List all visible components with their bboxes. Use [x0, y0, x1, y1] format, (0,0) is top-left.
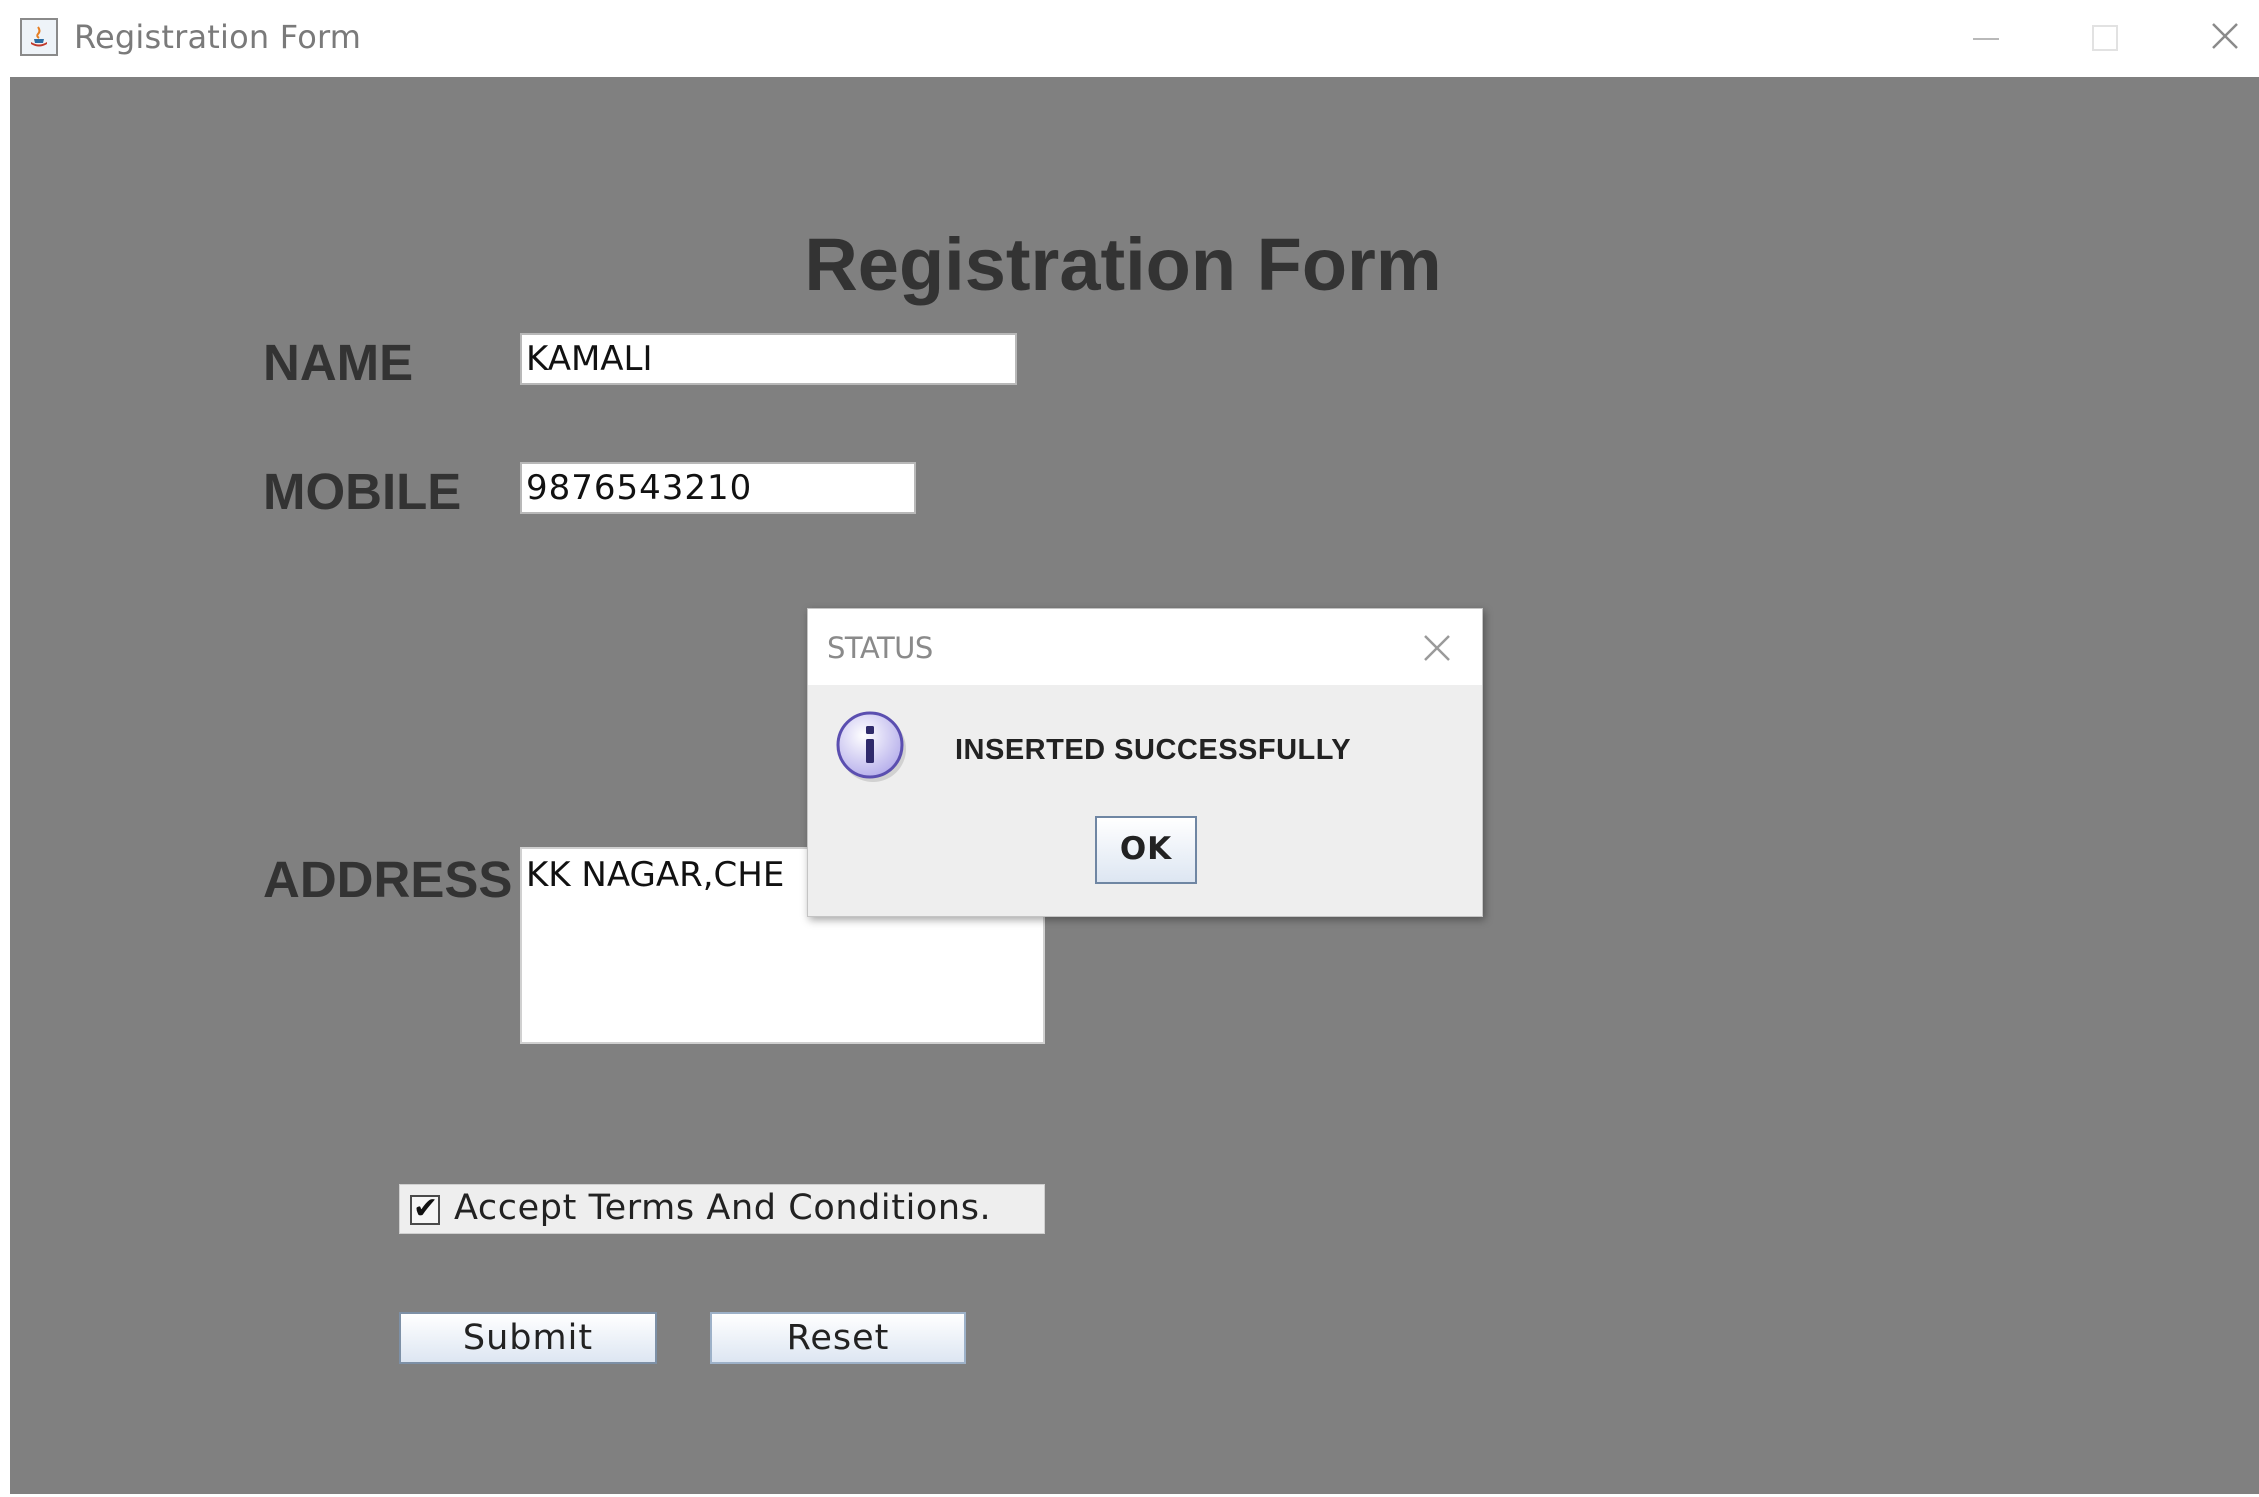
window-titlebar: Registration Form	[0, 0, 2259, 77]
close-icon	[2212, 23, 2238, 49]
name-field[interactable]	[520, 333, 1017, 385]
submit-button[interactable]: Submit	[399, 1312, 657, 1364]
java-app-icon	[20, 18, 58, 56]
terms-checkbox-row[interactable]: ✔ Accept Terms And Conditions.	[399, 1184, 1045, 1234]
mobile-field[interactable]	[520, 462, 916, 514]
terms-checkbox[interactable]: ✔	[410, 1192, 440, 1225]
address-label: ADDRESS	[263, 851, 513, 908]
minimize-icon	[1973, 38, 1999, 40]
page-title: Registration Form	[804, 223, 1442, 306]
maximize-icon	[2092, 25, 2118, 51]
dialog-message: INSERTED SUCCESSFULLY	[955, 734, 1352, 766]
name-label: NAME	[263, 334, 414, 391]
dialog-titlebar: STATUS	[808, 609, 1482, 685]
ok-button[interactable]: OK	[1095, 816, 1197, 884]
terms-label: Accept Terms And Conditions.	[454, 1188, 992, 1228]
checkmark-icon: ✔	[413, 1192, 439, 1225]
status-dialog: STATUS INSERTED SUCCESSFULLY OK	[807, 608, 1483, 917]
reset-button[interactable]: Reset	[710, 1312, 966, 1364]
info-icon	[835, 709, 909, 783]
close-icon	[1424, 635, 1450, 661]
dialog-title: STATUS	[827, 631, 933, 665]
mobile-label: MOBILE	[263, 463, 462, 520]
minimize-button[interactable]	[1955, 14, 2015, 64]
dialog-close-button[interactable]	[1420, 631, 1454, 665]
window-title: Registration Form	[74, 18, 362, 56]
maximize-button[interactable]	[2075, 14, 2135, 64]
close-window-button[interactable]	[2195, 14, 2255, 64]
